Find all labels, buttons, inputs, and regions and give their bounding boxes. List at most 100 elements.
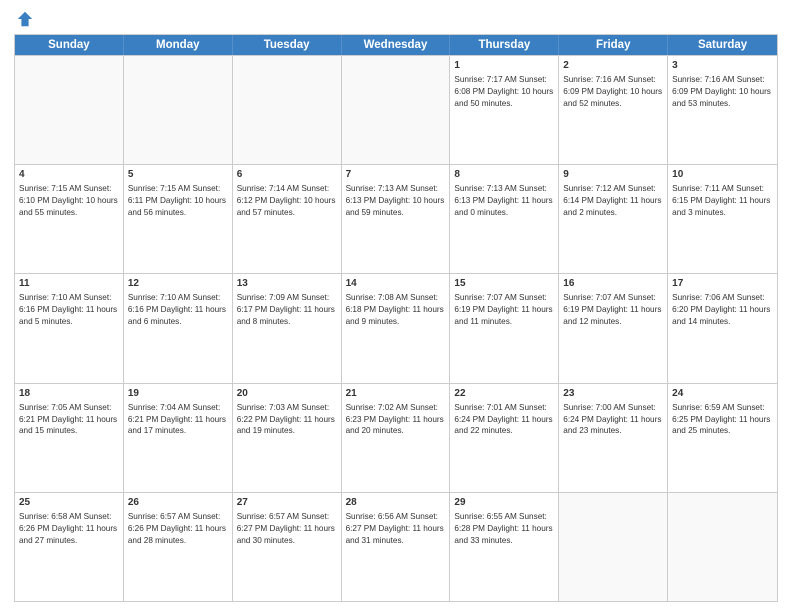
calendar-day-20: 20Sunrise: 7:03 AM Sunset: 6:22 PM Dayli… [233,384,342,492]
day-number: 23 [563,387,663,401]
calendar-day-1: 1Sunrise: 7:17 AM Sunset: 6:08 PM Daylig… [450,56,559,164]
day-info: Sunrise: 7:13 AM Sunset: 6:13 PM Dayligh… [346,183,446,219]
day-info: Sunrise: 7:15 AM Sunset: 6:10 PM Dayligh… [19,183,119,219]
calendar-day-11: 11Sunrise: 7:10 AM Sunset: 6:16 PM Dayli… [15,274,124,382]
calendar-day-17: 17Sunrise: 7:06 AM Sunset: 6:20 PM Dayli… [668,274,777,382]
day-info: Sunrise: 6:58 AM Sunset: 6:26 PM Dayligh… [19,511,119,547]
day-number: 8 [454,168,554,182]
calendar-day-4: 4Sunrise: 7:15 AM Sunset: 6:10 PM Daylig… [15,165,124,273]
day-number: 10 [672,168,773,182]
day-header-monday: Monday [124,35,233,55]
day-info: Sunrise: 7:02 AM Sunset: 6:23 PM Dayligh… [346,402,446,438]
day-info: Sunrise: 6:56 AM Sunset: 6:27 PM Dayligh… [346,511,446,547]
calendar-day-25: 25Sunrise: 6:58 AM Sunset: 6:26 PM Dayli… [15,493,124,601]
day-info: Sunrise: 7:08 AM Sunset: 6:18 PM Dayligh… [346,292,446,328]
calendar-day-15: 15Sunrise: 7:07 AM Sunset: 6:19 PM Dayli… [450,274,559,382]
day-number: 25 [19,496,119,510]
day-info: Sunrise: 6:55 AM Sunset: 6:28 PM Dayligh… [454,511,554,547]
day-header-saturday: Saturday [668,35,777,55]
calendar: SundayMondayTuesdayWednesdayThursdayFrid… [14,34,778,602]
day-number: 9 [563,168,663,182]
day-number: 17 [672,277,773,291]
calendar-day-5: 5Sunrise: 7:15 AM Sunset: 6:11 PM Daylig… [124,165,233,273]
day-number: 7 [346,168,446,182]
calendar-day-empty [668,493,777,601]
day-info: Sunrise: 7:12 AM Sunset: 6:14 PM Dayligh… [563,183,663,219]
page-header [14,10,778,28]
day-info: Sunrise: 7:10 AM Sunset: 6:16 PM Dayligh… [128,292,228,328]
calendar-day-22: 22Sunrise: 7:01 AM Sunset: 6:24 PM Dayli… [450,384,559,492]
calendar-day-19: 19Sunrise: 7:04 AM Sunset: 6:21 PM Dayli… [124,384,233,492]
day-header-wednesday: Wednesday [342,35,451,55]
calendar-header: SundayMondayTuesdayWednesdayThursdayFrid… [15,35,777,55]
day-info: Sunrise: 7:15 AM Sunset: 6:11 PM Dayligh… [128,183,228,219]
logo-icon [16,10,34,28]
calendar-day-21: 21Sunrise: 7:02 AM Sunset: 6:23 PM Dayli… [342,384,451,492]
day-number: 20 [237,387,337,401]
calendar-day-6: 6Sunrise: 7:14 AM Sunset: 6:12 PM Daylig… [233,165,342,273]
day-info: Sunrise: 6:57 AM Sunset: 6:27 PM Dayligh… [237,511,337,547]
day-number: 15 [454,277,554,291]
calendar-day-14: 14Sunrise: 7:08 AM Sunset: 6:18 PM Dayli… [342,274,451,382]
calendar-day-9: 9Sunrise: 7:12 AM Sunset: 6:14 PM Daylig… [559,165,668,273]
day-header-thursday: Thursday [450,35,559,55]
day-info: Sunrise: 7:09 AM Sunset: 6:17 PM Dayligh… [237,292,337,328]
day-info: Sunrise: 7:03 AM Sunset: 6:22 PM Dayligh… [237,402,337,438]
day-info: Sunrise: 7:06 AM Sunset: 6:20 PM Dayligh… [672,292,773,328]
calendar-day-7: 7Sunrise: 7:13 AM Sunset: 6:13 PM Daylig… [342,165,451,273]
day-info: Sunrise: 7:07 AM Sunset: 6:19 PM Dayligh… [454,292,554,328]
day-info: Sunrise: 7:17 AM Sunset: 6:08 PM Dayligh… [454,74,554,110]
day-header-sunday: Sunday [15,35,124,55]
day-number: 19 [128,387,228,401]
day-info: Sunrise: 7:07 AM Sunset: 6:19 PM Dayligh… [563,292,663,328]
day-number: 27 [237,496,337,510]
calendar-day-16: 16Sunrise: 7:07 AM Sunset: 6:19 PM Dayli… [559,274,668,382]
day-info: Sunrise: 7:11 AM Sunset: 6:15 PM Dayligh… [672,183,773,219]
calendar-day-8: 8Sunrise: 7:13 AM Sunset: 6:13 PM Daylig… [450,165,559,273]
logo [14,10,34,28]
day-number: 18 [19,387,119,401]
day-number: 29 [454,496,554,510]
day-info: Sunrise: 7:04 AM Sunset: 6:21 PM Dayligh… [128,402,228,438]
calendar-week-5: 25Sunrise: 6:58 AM Sunset: 6:26 PM Dayli… [15,492,777,601]
day-number: 21 [346,387,446,401]
day-number: 13 [237,277,337,291]
calendar-day-12: 12Sunrise: 7:10 AM Sunset: 6:16 PM Dayli… [124,274,233,382]
day-number: 5 [128,168,228,182]
day-number: 22 [454,387,554,401]
day-number: 11 [19,277,119,291]
calendar-day-27: 27Sunrise: 6:57 AM Sunset: 6:27 PM Dayli… [233,493,342,601]
calendar-body: 1Sunrise: 7:17 AM Sunset: 6:08 PM Daylig… [15,55,777,601]
calendar-day-28: 28Sunrise: 6:56 AM Sunset: 6:27 PM Dayli… [342,493,451,601]
calendar-day-empty [342,56,451,164]
calendar-day-2: 2Sunrise: 7:16 AM Sunset: 6:09 PM Daylig… [559,56,668,164]
day-info: Sunrise: 7:16 AM Sunset: 6:09 PM Dayligh… [672,74,773,110]
day-info: Sunrise: 7:05 AM Sunset: 6:21 PM Dayligh… [19,402,119,438]
calendar-day-empty [15,56,124,164]
day-info: Sunrise: 7:00 AM Sunset: 6:24 PM Dayligh… [563,402,663,438]
day-header-friday: Friday [559,35,668,55]
calendar-day-13: 13Sunrise: 7:09 AM Sunset: 6:17 PM Dayli… [233,274,342,382]
day-number: 16 [563,277,663,291]
calendar-day-empty [124,56,233,164]
day-number: 4 [19,168,119,182]
calendar-week-1: 1Sunrise: 7:17 AM Sunset: 6:08 PM Daylig… [15,55,777,164]
calendar-week-2: 4Sunrise: 7:15 AM Sunset: 6:10 PM Daylig… [15,164,777,273]
calendar-day-23: 23Sunrise: 7:00 AM Sunset: 6:24 PM Dayli… [559,384,668,492]
day-number: 24 [672,387,773,401]
day-number: 26 [128,496,228,510]
calendar-day-10: 10Sunrise: 7:11 AM Sunset: 6:15 PM Dayli… [668,165,777,273]
day-number: 14 [346,277,446,291]
day-info: Sunrise: 7:01 AM Sunset: 6:24 PM Dayligh… [454,402,554,438]
day-number: 1 [454,59,554,73]
day-info: Sunrise: 7:10 AM Sunset: 6:16 PM Dayligh… [19,292,119,328]
calendar-day-3: 3Sunrise: 7:16 AM Sunset: 6:09 PM Daylig… [668,56,777,164]
day-number: 3 [672,59,773,73]
day-info: Sunrise: 6:57 AM Sunset: 6:26 PM Dayligh… [128,511,228,547]
calendar-week-3: 11Sunrise: 7:10 AM Sunset: 6:16 PM Dayli… [15,273,777,382]
day-info: Sunrise: 7:16 AM Sunset: 6:09 PM Dayligh… [563,74,663,110]
calendar-day-empty [559,493,668,601]
day-info: Sunrise: 6:59 AM Sunset: 6:25 PM Dayligh… [672,402,773,438]
day-info: Sunrise: 7:14 AM Sunset: 6:12 PM Dayligh… [237,183,337,219]
calendar-week-4: 18Sunrise: 7:05 AM Sunset: 6:21 PM Dayli… [15,383,777,492]
